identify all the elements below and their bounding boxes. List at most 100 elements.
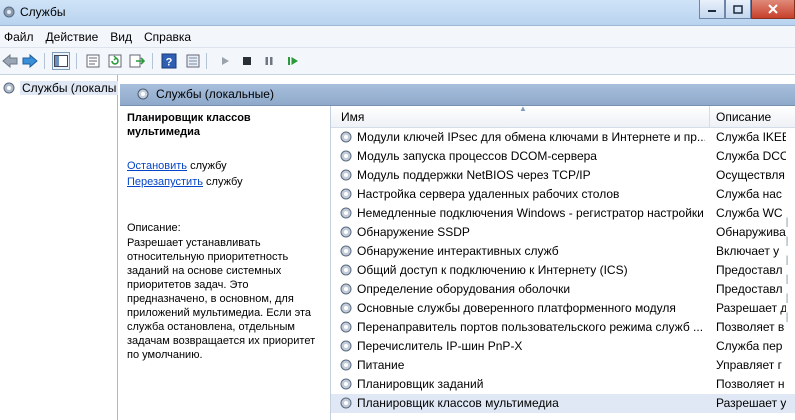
table-row[interactable]: Обнаружение интерактивных служб Включает … [331, 242, 795, 261]
service-gear-icon [339, 339, 353, 356]
pause-service-button[interactable] [260, 52, 278, 70]
help-icon: ? [161, 53, 177, 69]
show-hide-tree-icon [54, 55, 68, 67]
table-row[interactable]: Модуль поддержки NetBIOS через TCP/IP Осу… [331, 166, 795, 185]
restart-service-icon [288, 57, 298, 65]
properties-button[interactable] [84, 52, 102, 70]
selected-service-title: Планировщик классов мультимедиа [127, 112, 251, 138]
table-row[interactable]: Определение оборудования оболочки Предост… [331, 280, 795, 299]
table-row[interactable]: Немедленные подключения Windows - регист… [331, 204, 795, 223]
table-row[interactable]: Модули ключей IPsec для обмена ключами в… [331, 128, 795, 147]
table-row[interactable]: Настройка сервера удаленных рабочих стол… [331, 185, 795, 204]
service-gear-icon [339, 263, 353, 280]
export-button[interactable] [128, 52, 146, 70]
toolbar-separator [76, 53, 77, 69]
show-hide-tree-button[interactable] [52, 52, 70, 70]
menu-file[interactable]: Файл [0, 27, 40, 47]
service-description: Служба пер [716, 339, 783, 353]
menu-action[interactable]: Действие [40, 27, 105, 47]
service-description: Разрешает у [716, 396, 786, 410]
sort-ascending-icon: ▲ [519, 104, 527, 113]
service-name: Модуль поддержки NetBIOS через TCP/IP [357, 168, 591, 182]
service-gear-icon [339, 377, 353, 394]
table-row[interactable]: Перенаправитель портов пользовательского… [331, 318, 795, 337]
services-list: ▲ Имя Описание Модули ключей IPsec для о… [330, 104, 795, 420]
table-row[interactable]: Общий доступ к подключению к Интернету (… [331, 261, 795, 280]
service-description: Служба IKEE [716, 130, 786, 144]
start-service-button[interactable] [216, 52, 234, 70]
restart-service-link[interactable]: Перезапустить [127, 176, 203, 188]
maximize-button[interactable] [725, 0, 751, 19]
menu-help[interactable]: Справка [138, 27, 197, 47]
restart-service-line: Перезапустить службу [127, 176, 243, 188]
table-row[interactable]: Модуль запуска процессов DCOM-сервера Слу… [331, 147, 795, 166]
service-gear-icon [339, 320, 353, 337]
export-icon [129, 54, 145, 68]
service-name: Модули ключей IPsec для обмена ключами в… [357, 130, 705, 144]
service-name: Перенаправитель портов пользовательского… [357, 320, 704, 334]
service-description: Служба DCO [716, 149, 786, 163]
tree-item-services-local[interactable]: Службы (локалы [2, 81, 119, 95]
service-gear-icon [339, 244, 353, 261]
table-row[interactable]: Питание Управляет г [331, 356, 795, 375]
service-description: Обнаружива [716, 225, 786, 239]
refresh-icon [108, 54, 122, 68]
service-gear-icon [339, 168, 353, 185]
restart-service-button[interactable] [284, 52, 302, 70]
stop-service-button[interactable] [238, 52, 256, 70]
help-button[interactable]: ? [160, 52, 178, 70]
tree-item-label: Службы (локалы [20, 81, 119, 95]
minimize-icon [708, 10, 716, 12]
console-icon [186, 54, 200, 68]
column-divider[interactable] [709, 106, 710, 128]
title-bar: Службы [0, 0, 795, 26]
list-header: ▲ Имя Описание [331, 104, 795, 128]
minimize-button[interactable] [699, 0, 725, 19]
maximize-icon [733, 4, 743, 14]
table-row[interactable]: Планировщик заданий Позволяет н [331, 375, 795, 394]
window-title: Службы [20, 5, 66, 19]
scroll-tick: | [785, 312, 789, 323]
tree-pane: Службы (локалы [0, 75, 119, 420]
close-button[interactable] [751, 0, 795, 19]
column-header-description[interactable]: Описание [716, 110, 771, 124]
menu-view[interactable]: Вид [104, 27, 138, 47]
toolbar-separator [206, 53, 207, 69]
column-header-name[interactable]: Имя [341, 110, 364, 124]
description-text: Разрешает устанавливать относительную пр… [127, 237, 316, 361]
pane-header-title: Службы (локальные) [156, 87, 274, 101]
service-name: Определение оборудования оболочки [357, 282, 571, 296]
description-label: Описание: [127, 222, 181, 234]
gear-icon [2, 5, 16, 19]
scroll-tick: | [785, 236, 789, 247]
stop-service-icon [243, 57, 251, 65]
service-gear-icon [339, 130, 353, 147]
forward-button[interactable] [21, 52, 39, 70]
refresh-button[interactable] [106, 52, 124, 70]
service-description: Разрешает д [716, 301, 786, 315]
service-name: Планировщик классов мультимедиа [357, 396, 559, 410]
gear-icon [136, 87, 150, 104]
service-gear-icon [339, 282, 353, 299]
table-row[interactable]: Основные службы доверенного платформенно… [331, 299, 795, 318]
service-name: Питание [357, 358, 405, 372]
service-gear-icon [339, 187, 353, 204]
service-gear-icon [339, 206, 353, 223]
back-button[interactable] [1, 52, 19, 70]
table-row[interactable]: Планировщик классов мультимедиа Разрешает… [331, 394, 795, 413]
table-row[interactable]: Обнаружение SSDP Обнаружива [331, 223, 795, 242]
table-row[interactable]: Перечислитель IP-шин PnP-X Служба пер [331, 337, 795, 356]
service-description: Служба нас [716, 187, 782, 201]
stop-service-link[interactable]: Остановить [127, 160, 187, 172]
console-button[interactable] [184, 52, 202, 70]
description-pane: Планировщик классов мультимедиа Останови… [120, 106, 330, 420]
stop-service-line: Остановить службу [127, 160, 227, 172]
service-description: Позволяет в [716, 320, 785, 334]
service-name: Модуль запуска процессов DCOM-сервера [357, 149, 597, 163]
toolbar-separator [44, 53, 45, 69]
scroll-tick: | [785, 255, 789, 266]
pane-header: Службы (локальные) [120, 84, 795, 106]
stop-service-suffix: службу [187, 160, 227, 172]
service-description: Позволяет н [716, 377, 785, 391]
service-description: Служба WC [716, 206, 783, 220]
